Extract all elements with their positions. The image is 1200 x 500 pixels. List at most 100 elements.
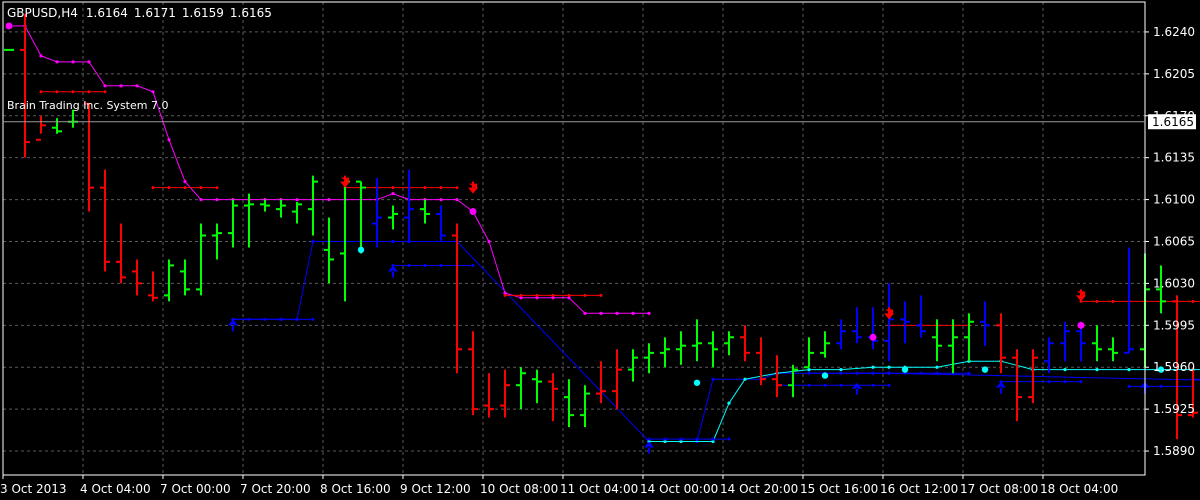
ohlc-bar (628, 349, 638, 382)
time-tick-label: 15 Oct 16:00 (800, 482, 878, 496)
blue-stop-line-point (647, 437, 651, 441)
red-stop-line-point (439, 186, 443, 190)
cyan-signal-line-point (871, 365, 875, 369)
blue-stop-line-point (1159, 384, 1163, 388)
red-stop-line-point (503, 293, 507, 297)
cyan-signal-line-point (1095, 368, 1099, 372)
price-tick-label: 1.6030 (1153, 276, 1195, 290)
magenta-signal-line-point (487, 239, 491, 244)
blue-stop-line-point (807, 383, 811, 387)
magenta-signal-line-point (199, 197, 203, 202)
blue-up-arrow (228, 319, 238, 332)
ohlc-bar (804, 337, 814, 369)
ohlc-bar (980, 301, 990, 346)
red-down-arrow (1076, 289, 1086, 302)
ohlc-bar (660, 337, 670, 368)
red-stop-line-point (87, 90, 91, 94)
ohlc-bar (484, 373, 494, 418)
magenta-signal-line-point (55, 60, 59, 64)
time-tick-label: 4 Oct 04:00 (80, 482, 151, 496)
red-stop-line-point (103, 90, 107, 94)
ohlc-bar (36, 115, 46, 141)
price-tick-label: 1.5995 (1153, 318, 1195, 332)
blue-trail-line-point (311, 239, 315, 244)
ohlc-bar (500, 369, 510, 418)
ohlc-bar (1124, 247, 1134, 354)
ohlc-bar (132, 259, 142, 296)
blue-stop-line-point (839, 371, 843, 375)
red-stop-line-point (183, 186, 187, 190)
blue-stop-line-point (407, 263, 411, 267)
ohlc-bar (68, 109, 78, 128)
magenta-signal-line-point (87, 60, 91, 64)
blue-trail-line-point (391, 239, 395, 244)
magenta-signal-line-point (295, 197, 299, 202)
blue-trail-line-point (711, 377, 715, 381)
red-stop-line-point (215, 186, 219, 190)
ohlc-bar (532, 369, 542, 404)
magenta-signal-line-point (135, 84, 139, 88)
plot-frame (2, 1, 1146, 476)
magenta-signal-line-point (615, 311, 619, 315)
ohlc-bar (356, 180, 366, 254)
blue-stop-line-point (887, 371, 891, 375)
cyan-signal-dot (981, 366, 989, 373)
price-tick-label: 1.5890 (1153, 444, 1195, 458)
blue-up-arrow (644, 441, 654, 454)
blue-up-arrow (996, 381, 1006, 394)
ohlc-bar (868, 307, 878, 350)
ohlc-bar (1044, 337, 1054, 374)
ohlc-bar (1060, 321, 1070, 362)
ohlc-bar (388, 205, 398, 230)
time-tick-label: 11 Oct 04:00 (560, 482, 638, 496)
blue-stop-line-point (295, 317, 299, 321)
ohlc-bar (20, 13, 30, 158)
ohlc-bars (4, 13, 1198, 440)
grid (2, 2, 1145, 475)
ohlc-bar (116, 223, 126, 284)
time-tick-label: 3 Oct 2013 (0, 482, 67, 496)
ohlc-bar (148, 271, 158, 302)
red-stop-line-point (1191, 299, 1195, 303)
price-chart[interactable]: 1.62401.62051.61701.61351.61001.60651.60… (0, 0, 1200, 500)
blue-stop-line-point (935, 371, 939, 375)
red-stop-line-point (199, 186, 203, 190)
magenta-signal-line-point (103, 84, 107, 88)
time-tick-label: 9 Oct 12:00 (400, 482, 471, 496)
ohlc-bar (740, 325, 750, 362)
time-axis: 3 Oct 2013 4 Oct 04:00 7 Oct 00:00 7 Oct 20… (0, 475, 1118, 496)
blue-stop-line-point (679, 437, 683, 441)
cyan-signal-line-point (743, 377, 747, 381)
price-chart-svg[interactable]: 1.62401.62051.61701.61351.61001.60651.60… (0, 0, 1200, 500)
blue-stop-line-point (839, 383, 843, 387)
magenta-signal-line-point (167, 138, 171, 142)
blue-stop-line-point (311, 317, 315, 321)
blue-stop-line-point (1127, 384, 1131, 388)
ohlc-bar (228, 199, 238, 248)
time-tick-label: 18 Oct 04:00 (1040, 482, 1118, 496)
blue-up-arrow (852, 382, 862, 395)
cyan-signal-line-point (1127, 368, 1131, 372)
magenta-signal-line-point (39, 54, 43, 58)
magenta-signal-line-point (455, 197, 459, 202)
blue-up-arrow (388, 265, 398, 278)
blue-stop-line-point (663, 437, 667, 441)
magenta-signal-dot (1077, 321, 1085, 329)
price-tick-label: 1.6100 (1153, 193, 1195, 207)
cyan-signal-line-point (935, 365, 939, 369)
blue-stop-line-point (263, 317, 267, 321)
ohlc-bar (244, 193, 254, 248)
time-tick-label: 16 Oct 12:00 (880, 482, 958, 496)
ohlc-bar (404, 169, 414, 242)
ohlc-bar (1012, 349, 1022, 422)
time-tick-label: 7 Oct 20:00 (240, 482, 311, 496)
magenta-signal-line-point (151, 90, 155, 94)
magenta-signal-line-point (583, 311, 587, 315)
blue-stop-line-point (711, 437, 715, 441)
magenta-signal-line-point (327, 197, 331, 202)
system-label: Brain Trading Inc. System 7.0 (7, 99, 168, 112)
ohlc-bar (852, 307, 862, 344)
ohlc-bar (372, 178, 382, 248)
price-tick-label: 1.5960 (1153, 360, 1195, 374)
current-price-tag: 1.6165 (1148, 114, 1196, 130)
